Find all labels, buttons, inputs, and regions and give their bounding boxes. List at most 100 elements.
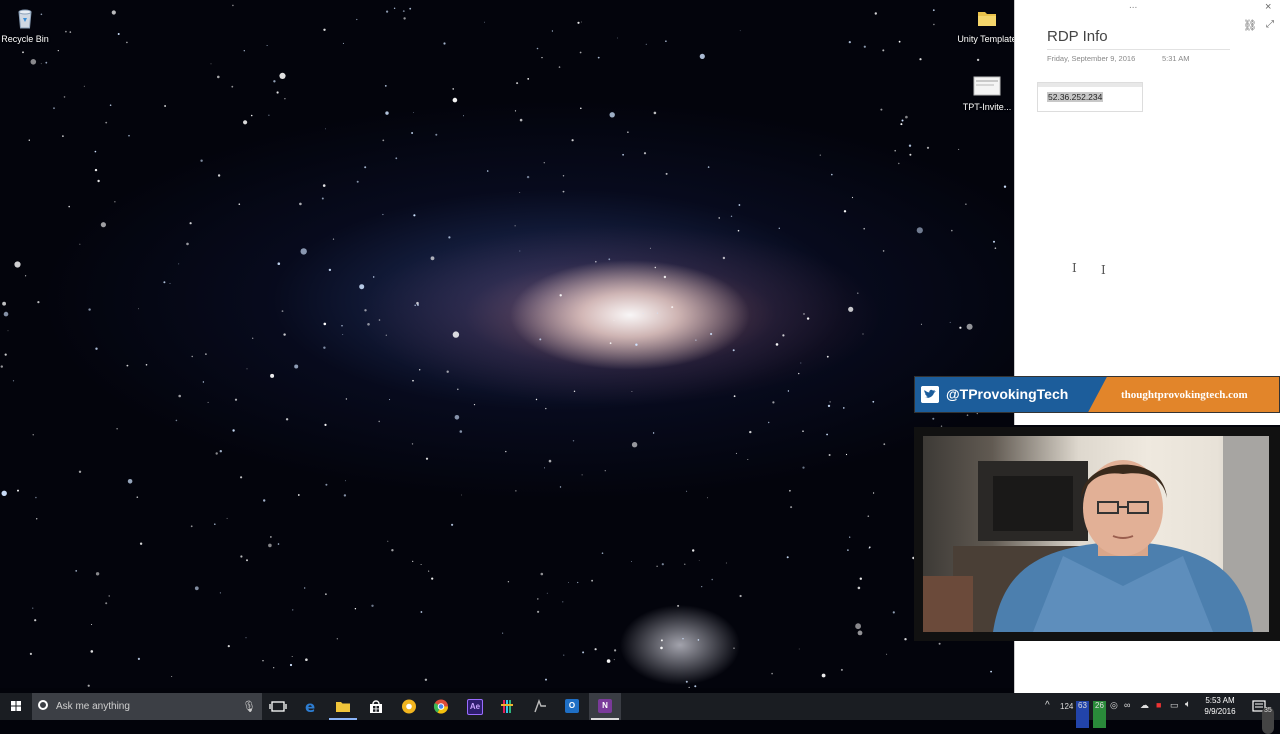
star bbox=[411, 443, 414, 445]
webcam-person-image bbox=[923, 436, 1269, 632]
star bbox=[932, 417, 935, 420]
page-time: 5:31 AM bbox=[1162, 54, 1190, 63]
page-title[interactable]: RDP Info bbox=[1047, 28, 1108, 45]
star bbox=[909, 153, 912, 156]
star bbox=[356, 18, 358, 21]
taskbar-chrome-canary[interactable] bbox=[393, 693, 425, 720]
taskbar-outlook[interactable]: O bbox=[556, 693, 588, 720]
microphone-icon[interactable]: 🎙︎ bbox=[242, 700, 256, 713]
star bbox=[246, 559, 248, 562]
close-icon[interactable]: × bbox=[1265, 1, 1271, 13]
onenote-window[interactable]: ... × ⛓ ⤢ RDP Info Friday, September 9, … bbox=[1014, 0, 1280, 425]
star bbox=[292, 609, 294, 611]
desktop-icon-tpt-invite[interactable]: TPT-Invite... bbox=[950, 76, 1024, 112]
steam-icon[interactable]: ◎ bbox=[1110, 700, 1118, 727]
star bbox=[29, 652, 32, 656]
taskbar-onenote[interactable]: N bbox=[589, 693, 621, 720]
star bbox=[268, 543, 272, 548]
star bbox=[821, 673, 826, 678]
desktop-icon-unity-template[interactable]: Unity Template bbox=[950, 6, 1024, 44]
star bbox=[463, 115, 464, 117]
onedrive-icon[interactable]: ☁ bbox=[1140, 700, 1149, 727]
star bbox=[608, 258, 611, 261]
taskbar-file-explorer[interactable] bbox=[327, 693, 359, 720]
folder-icon bbox=[978, 12, 996, 26]
star bbox=[297, 494, 300, 496]
tray-app-icon[interactable]: ∞ bbox=[1124, 700, 1130, 727]
taskbar-task-view[interactable] bbox=[262, 693, 294, 720]
tray-badge-count-1[interactable]: 124 bbox=[1060, 702, 1073, 729]
start-button[interactable] bbox=[0, 693, 32, 720]
star bbox=[843, 210, 847, 213]
star bbox=[273, 80, 276, 83]
star bbox=[829, 401, 831, 403]
clock-date: 9/9/2016 bbox=[1204, 707, 1236, 716]
star bbox=[800, 362, 802, 364]
star bbox=[266, 45, 268, 46]
star bbox=[826, 355, 829, 358]
star bbox=[802, 430, 804, 433]
star bbox=[243, 50, 245, 52]
onenote-window-lower[interactable] bbox=[1014, 641, 1280, 693]
notification-count[interactable]: 35 bbox=[1262, 707, 1274, 734]
star bbox=[32, 607, 34, 609]
star bbox=[354, 608, 357, 610]
expand-icon[interactable]: ⤢ bbox=[1266, 19, 1274, 30]
taskbar-edge[interactable]: e bbox=[295, 693, 327, 720]
star bbox=[94, 168, 98, 172]
star bbox=[993, 240, 995, 243]
taskbar-store[interactable] bbox=[360, 693, 392, 720]
tray-alert-icon[interactable]: ■ bbox=[1156, 700, 1161, 727]
note-container-handle[interactable] bbox=[1038, 83, 1142, 87]
star bbox=[215, 452, 218, 455]
star bbox=[484, 21, 485, 23]
tray-badge-count-2[interactable]: 63 bbox=[1076, 701, 1089, 728]
star bbox=[831, 173, 833, 176]
star bbox=[631, 561, 632, 562]
star bbox=[378, 420, 381, 423]
taskbar-slack[interactable] bbox=[491, 693, 523, 720]
star bbox=[851, 196, 854, 199]
star bbox=[739, 30, 741, 32]
network-icon[interactable]: ▭ bbox=[1170, 700, 1179, 727]
star bbox=[699, 53, 705, 60]
star bbox=[617, 37, 618, 39]
star bbox=[544, 467, 545, 469]
note-container[interactable]: 52.36.252.234 bbox=[1037, 82, 1143, 112]
taskbar-git[interactable] bbox=[524, 693, 556, 720]
cortana-search-box[interactable]: Ask me anything 🎙︎ bbox=[32, 693, 262, 720]
clock-time: 5:53 AM bbox=[1205, 696, 1235, 705]
star bbox=[403, 17, 406, 20]
star bbox=[409, 7, 412, 10]
star bbox=[273, 667, 275, 669]
star bbox=[178, 263, 180, 265]
link-icon[interactable]: ⛓ bbox=[1243, 19, 1257, 32]
ip-address-text[interactable]: 52.36.252.234 bbox=[1047, 92, 1104, 102]
star bbox=[859, 577, 862, 580]
star bbox=[857, 292, 859, 294]
star bbox=[136, 496, 139, 499]
taskbar-chrome[interactable] bbox=[425, 693, 457, 720]
star bbox=[17, 489, 19, 492]
star bbox=[916, 227, 923, 234]
star bbox=[300, 248, 307, 255]
desktop-icon-recycle-bin[interactable]: Recycle Bin bbox=[0, 6, 62, 44]
star bbox=[323, 322, 327, 326]
taskbar-after-effects[interactable]: Ae bbox=[458, 693, 490, 720]
star bbox=[117, 33, 120, 35]
tray-badge-count-3[interactable]: 26 bbox=[1093, 701, 1106, 728]
system-clock[interactable]: 5:53 AM 9/9/2016 bbox=[1196, 695, 1244, 717]
star bbox=[614, 649, 617, 652]
star bbox=[904, 638, 907, 641]
slack-icon bbox=[501, 700, 513, 713]
chevron-up-icon[interactable]: ^ bbox=[1045, 700, 1050, 727]
chrome-icon bbox=[433, 699, 449, 714]
window-grip[interactable]: ... bbox=[1129, 0, 1137, 11]
star bbox=[707, 166, 710, 168]
volume-icon[interactable]: 🔈︎ bbox=[1185, 699, 1191, 726]
star bbox=[873, 492, 875, 494]
star bbox=[252, 337, 254, 339]
star bbox=[537, 610, 540, 613]
star bbox=[778, 227, 780, 229]
star bbox=[787, 390, 790, 392]
